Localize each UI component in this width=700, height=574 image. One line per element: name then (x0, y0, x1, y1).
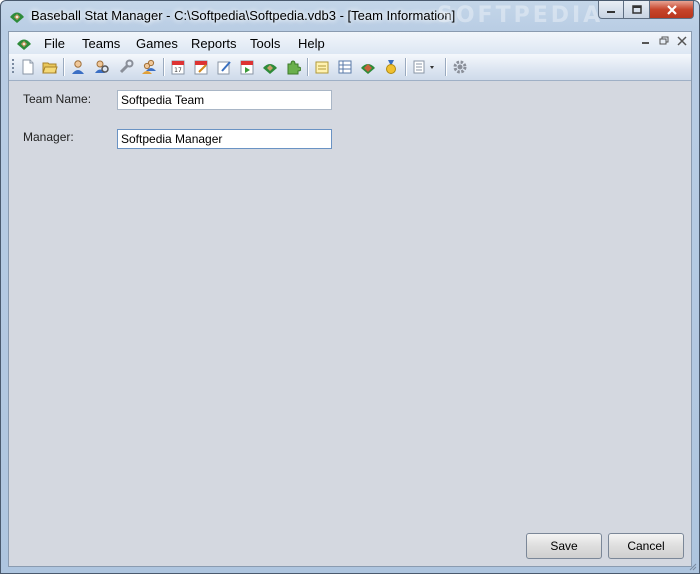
baseball-diamond-icon (10, 12, 24, 23)
table-icon[interactable] (336, 58, 354, 76)
menu-reports[interactable]: Reports (191, 36, 237, 51)
team-information-form: Team Name: Manager: Save Cancel (9, 81, 691, 566)
baseball-diamond-icon[interactable] (16, 35, 32, 51)
edit-icon[interactable] (215, 58, 233, 76)
save-button[interactable]: Save (526, 533, 602, 559)
puzzle-icon[interactable] (284, 58, 302, 76)
window-title: Baseball Stat Manager - C:\Softpedia\Sof… (31, 8, 456, 23)
menu-tools[interactable]: Tools (250, 36, 280, 51)
minimize-icon (607, 10, 615, 13)
resize-grip[interactable] (687, 561, 697, 571)
maximize-button[interactable] (624, 1, 650, 19)
notes-icon[interactable] (313, 58, 331, 76)
medal-icon[interactable] (382, 58, 400, 76)
title-bar[interactable]: Baseball Stat Manager - C:\Softpedia\Sof… (1, 1, 699, 31)
close-icon (666, 4, 677, 15)
mdi-minimize-icon[interactable] (641, 36, 651, 46)
team-name-label: Team Name: (23, 92, 92, 106)
toolbar-grip[interactable] (12, 59, 14, 75)
open-folder-icon[interactable] (41, 58, 59, 76)
player-icon[interactable] (69, 58, 87, 76)
mdi-child-buttons (641, 36, 687, 46)
players-icon[interactable] (140, 58, 158, 76)
new-file-icon[interactable] (19, 58, 37, 76)
menu-teams[interactable]: Teams (82, 36, 120, 51)
calendar-edit-icon[interactable] (192, 58, 210, 76)
svg-text:17: 17 (174, 67, 182, 74)
softpedia-watermark: SOFTPEDIA (437, 3, 604, 28)
caption-buttons (598, 1, 694, 21)
menu-games[interactable]: Games (136, 36, 178, 51)
close-button[interactable] (650, 1, 694, 19)
diamond-field-icon[interactable] (359, 58, 377, 76)
manager-label: Manager: (23, 130, 74, 144)
maximize-icon (631, 5, 642, 14)
report-dropdown-icon[interactable] (411, 58, 439, 76)
field-icon[interactable] (261, 58, 279, 76)
mdi-restore-icon[interactable] (659, 36, 669, 46)
toolbar: 17 (9, 54, 691, 81)
team-name-input[interactable] (117, 90, 332, 110)
settings-icon[interactable] (451, 58, 469, 76)
minimize-button[interactable] (598, 1, 624, 19)
player-search-icon[interactable] (93, 58, 111, 76)
calendar-arrow-icon[interactable] (238, 58, 256, 76)
wrench-icon[interactable] (117, 58, 135, 76)
app-window: Baseball Stat Manager - C:\Softpedia\Sof… (0, 0, 700, 574)
mdi-close-icon[interactable] (677, 36, 687, 46)
manager-input[interactable] (117, 129, 332, 149)
menu-help[interactable]: Help (298, 36, 325, 51)
menu-bar: File Teams Games Reports Tools Help (9, 32, 691, 54)
cancel-button[interactable]: Cancel (608, 533, 684, 559)
menu-file[interactable]: File (44, 36, 65, 51)
mdi-client: File Teams Games Reports Tools Help 17 T… (8, 31, 692, 567)
calendar-icon[interactable]: 17 (169, 58, 187, 76)
